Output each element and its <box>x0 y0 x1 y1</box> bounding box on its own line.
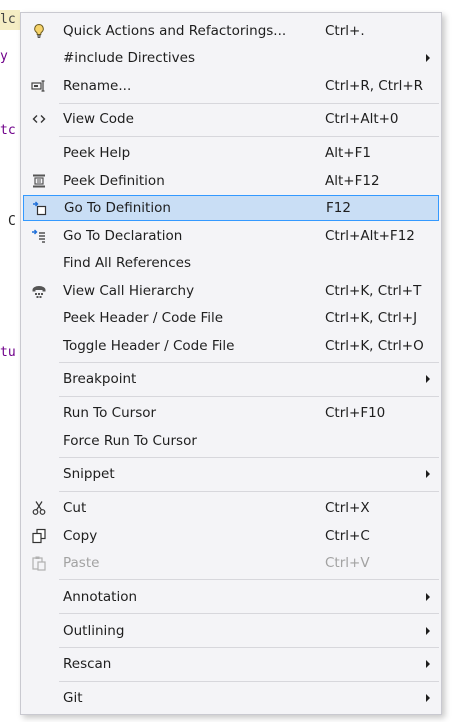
menu-item-shortcut: Alt+F12 <box>325 173 380 189</box>
menu-item-shortcut: Ctrl+Alt+F12 <box>325 228 415 244</box>
menu-item-label: Peek Help <box>63 145 131 161</box>
go-to-declaration-icon <box>27 224 51 248</box>
menu-separator <box>59 647 439 648</box>
menu-separator <box>59 103 439 104</box>
menu-item-label: View Call Hierarchy <box>63 283 195 299</box>
menu-item-label: Quick Actions and Refactorings... <box>63 23 287 39</box>
peek-definition-icon <box>27 169 51 193</box>
menu-item-label: Rename... <box>63 78 132 94</box>
menu-item-label: Force Run To Cursor <box>63 433 197 449</box>
menu-separator <box>59 457 439 458</box>
menu-item-view-call-hierarchy[interactable]: View Call Hierarchy Ctrl+K, Ctrl+T <box>23 279 439 303</box>
menu-item-shortcut: Ctrl+. <box>325 23 365 39</box>
menu-item-label: #include Directives <box>63 50 196 66</box>
menu-item-breakpoint[interactable]: Breakpoint <box>23 367 439 391</box>
submenu-arrow-icon <box>426 470 430 478</box>
menu-item-shortcut: Ctrl+Alt+0 <box>325 111 399 127</box>
lightbulb-icon <box>27 19 51 43</box>
code-brackets-icon <box>27 107 51 131</box>
call-hierarchy-icon <box>27 279 51 303</box>
menu-item-peek-definition[interactable]: Peek Definition Alt+F12 <box>23 169 439 193</box>
submenu-arrow-icon <box>426 54 430 62</box>
menu-item-annotation[interactable]: Annotation <box>23 585 439 609</box>
menu-item-label: Rescan <box>63 656 112 672</box>
rename-icon <box>27 74 51 98</box>
menu-item-label: Peek Definition <box>63 173 165 189</box>
menu-separator <box>59 491 439 492</box>
submenu-arrow-icon <box>426 375 430 383</box>
menu-item-label: Breakpoint <box>63 371 137 387</box>
menu-item-quick-actions[interactable]: Quick Actions and Refactorings... Ctrl+. <box>23 19 439 43</box>
menu-item-toggle-header-code-file[interactable]: Toggle Header / Code File Ctrl+K, Ctrl+O <box>23 334 439 358</box>
menu-item-view-code[interactable]: View Code Ctrl+Alt+0 <box>23 107 439 131</box>
menu-separator <box>59 136 439 137</box>
menu-item-label: Run To Cursor <box>63 405 157 421</box>
menu-item-shortcut: Ctrl+K, Ctrl+T <box>325 283 422 299</box>
editor-code-fragment: lc <box>0 10 20 30</box>
menu-item-shortcut: Ctrl+K, Ctrl+O <box>325 338 424 354</box>
menu-separator <box>59 362 439 363</box>
menu-item-label: Git <box>63 690 83 706</box>
menu-item-shortcut: Alt+F1 <box>325 145 371 161</box>
submenu-arrow-icon <box>426 593 430 601</box>
menu-item-label: Go To Declaration <box>63 228 183 244</box>
menu-item-label: Peek Header / Code File <box>63 310 224 326</box>
menu-item-copy[interactable]: Copy Ctrl+C <box>23 524 439 548</box>
menu-item-find-all-references[interactable]: Find All References <box>23 251 439 275</box>
menu-item-include-directives[interactable]: #include Directives <box>23 46 439 70</box>
menu-item-snippet[interactable]: Snippet <box>23 462 439 486</box>
menu-item-label: Find All References <box>63 255 191 271</box>
menu-item-label: Annotation <box>63 589 138 605</box>
menu-item-shortcut: Ctrl+K, Ctrl+J <box>325 310 418 326</box>
menu-item-paste[interactable]: Paste Ctrl+V <box>23 551 439 575</box>
menu-item-shortcut: Ctrl+V <box>325 555 370 571</box>
paste-icon <box>27 551 51 575</box>
menu-item-label: Toggle Header / Code File <box>63 338 235 354</box>
menu-item-label: View Code <box>63 111 134 127</box>
menu-item-cut[interactable]: Cut Ctrl+X <box>23 496 439 520</box>
menu-separator <box>59 681 439 682</box>
submenu-arrow-icon <box>426 660 430 668</box>
menu-item-label: Paste <box>63 555 100 571</box>
menu-item-git[interactable]: Git <box>23 686 439 710</box>
menu-separator <box>59 396 439 397</box>
menu-separator <box>59 579 439 580</box>
menu-item-shortcut: Ctrl+X <box>325 500 370 516</box>
menu-item-label: Go To Definition <box>64 200 171 216</box>
menu-item-force-run-to-cursor[interactable]: Force Run To Cursor <box>23 429 439 453</box>
scissors-icon <box>27 496 51 520</box>
menu-item-label: Outlining <box>63 623 125 639</box>
menu-item-label: Copy <box>63 528 98 544</box>
editor-code-fragment: y <box>0 49 8 64</box>
editor-context-menu: Quick Actions and Refactorings... Ctrl+.… <box>20 12 442 715</box>
menu-separator <box>59 613 439 614</box>
menu-item-outlining[interactable]: Outlining <box>23 619 439 643</box>
menu-item-label: Cut <box>63 500 87 516</box>
menu-item-shortcut: Ctrl+R, Ctrl+R <box>325 78 424 94</box>
editor-code-fragment: tu <box>0 345 16 360</box>
menu-item-go-to-definition[interactable]: Go To Definition F12 <box>23 195 439 221</box>
editor-code-fragment: tc <box>0 123 16 138</box>
submenu-arrow-icon <box>426 627 430 635</box>
menu-item-shortcut: Ctrl+C <box>325 528 370 544</box>
menu-item-rename[interactable]: Rename... Ctrl+R, Ctrl+R <box>23 74 439 98</box>
go-to-definition-icon <box>28 196 52 220</box>
menu-item-run-to-cursor[interactable]: Run To Cursor Ctrl+F10 <box>23 401 439 425</box>
menu-item-rescan[interactable]: Rescan <box>23 652 439 676</box>
copy-icon <box>27 524 51 548</box>
menu-item-peek-header-code-file[interactable]: Peek Header / Code File Ctrl+K, Ctrl+J <box>23 306 439 330</box>
menu-item-label: Snippet <box>63 466 115 482</box>
menu-item-shortcut: F12 <box>326 200 351 216</box>
menu-item-shortcut: Ctrl+F10 <box>325 405 386 421</box>
menu-item-go-to-declaration[interactable]: Go To Declaration Ctrl+Alt+F12 <box>23 224 439 248</box>
submenu-arrow-icon <box>426 694 430 702</box>
menu-item-peek-help[interactable]: Peek Help Alt+F1 <box>23 141 439 165</box>
